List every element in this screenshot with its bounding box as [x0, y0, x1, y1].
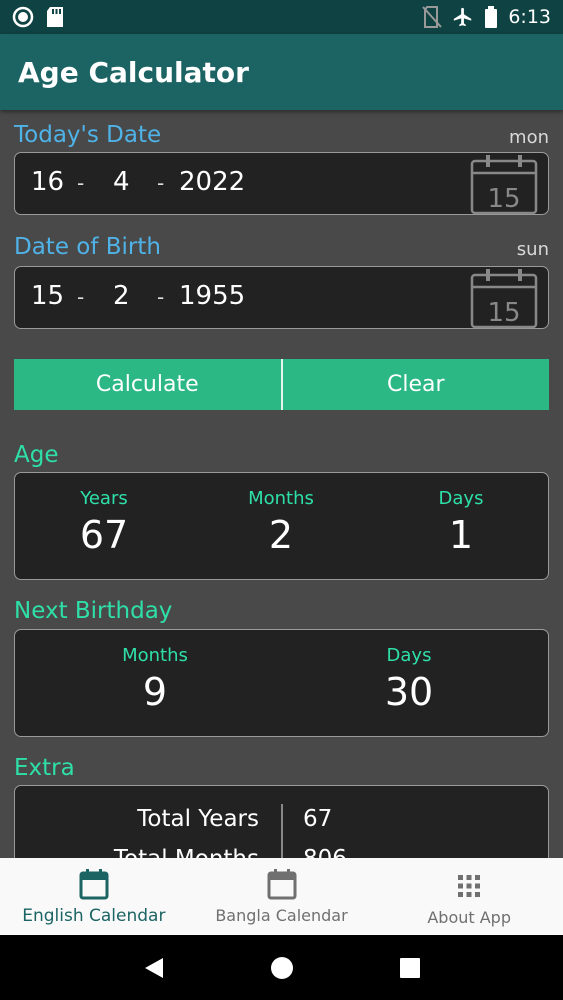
apps-grid-icon — [458, 875, 481, 897]
birth-date-field[interactable]: 15 - 2 - 1955 15 — [14, 266, 549, 329]
age-months-label: Months — [248, 488, 314, 509]
age-months-value: 2 — [268, 513, 294, 557]
calendar-icon — [267, 869, 296, 900]
home-icon[interactable] — [270, 956, 294, 980]
next-birthday-label: Next Birthday — [14, 598, 173, 624]
today-day-value[interactable]: 16 — [31, 167, 64, 197]
birth-month-value[interactable]: 2 — [113, 281, 130, 311]
birth-day-value[interactable]: 15 — [31, 281, 64, 311]
extra-key: Total Months — [114, 846, 259, 858]
nav-label: About App — [427, 908, 511, 927]
age-days-label: Days — [438, 488, 484, 509]
date-separator: - — [77, 171, 85, 195]
next-birthday-months-value: 9 — [142, 670, 168, 714]
main-content: Today's Date mon 16 - 4 - 2022 15 Date o… — [0, 110, 563, 858]
calendar-icon-number: 15 — [487, 184, 520, 214]
extra-value: 67 — [303, 806, 333, 832]
battery-icon — [485, 6, 498, 28]
next-birthday-days: Days 30 — [359, 630, 459, 714]
record-icon — [12, 6, 34, 28]
calendar-icon-number: 15 — [487, 298, 520, 328]
extra-card: Total Years 67 Total Months 806 — [14, 785, 549, 858]
extra-value: 806 — [303, 846, 347, 858]
today-label: Today's Date — [14, 122, 162, 148]
airplane-mode-icon — [454, 7, 472, 27]
age-years: Years 67 — [55, 473, 153, 557]
birth-label: Date of Birth — [14, 234, 161, 260]
today-label-row: Today's Date mon — [14, 122, 549, 148]
app-bar: Age Calculator — [0, 34, 563, 110]
next-birthday-months-label: Months — [122, 645, 188, 666]
today-year-value[interactable]: 2022 — [179, 167, 245, 197]
next-birthday-months: Months 9 — [95, 630, 215, 714]
calendar-icon — [79, 869, 109, 900]
date-separator: - — [157, 171, 165, 195]
nav-label: English Calendar — [22, 906, 166, 926]
back-icon[interactable] — [143, 956, 165, 980]
nav-english-calendar[interactable]: English Calendar — [0, 858, 188, 935]
date-separator: - — [77, 285, 85, 309]
extra-row-total-months: Total Months 806 — [15, 846, 548, 858]
next-birthday-card: Months 9 Days 30 — [14, 629, 549, 737]
age-card: Years 67 Months 2 Days 1 — [14, 472, 549, 580]
bottom-navigation: English Calendar Bangla Calendar About A… — [0, 858, 563, 935]
extra-key: Total Years — [137, 806, 259, 832]
age-years-label: Years — [80, 488, 128, 509]
today-date-field[interactable]: 16 - 4 - 2022 15 — [14, 152, 549, 215]
today-month-value[interactable]: 4 — [113, 167, 130, 197]
recents-icon[interactable] — [399, 957, 421, 979]
extra-row-total-years: Total Years 67 — [15, 806, 548, 848]
age-label: Age — [14, 442, 59, 468]
age-days: Days 1 — [411, 473, 511, 557]
clear-button[interactable]: Clear — [282, 359, 549, 410]
next-birthday-days-value: 30 — [384, 670, 434, 714]
birth-year-value[interactable]: 1955 — [179, 281, 245, 311]
nav-about-app[interactable]: About App — [375, 858, 563, 935]
action-buttons: Calculate Clear — [14, 359, 549, 410]
calculate-button[interactable]: Calculate — [14, 359, 281, 410]
age-months: Months 2 — [221, 473, 341, 557]
calendar-picker-icon[interactable]: 15 — [470, 267, 538, 329]
app-title: Age Calculator — [18, 55, 249, 89]
nav-bangla-calendar[interactable]: Bangla Calendar — [188, 858, 376, 935]
age-years-value: 67 — [79, 513, 129, 557]
date-separator: - — [157, 285, 165, 309]
clock-time: 6:13 — [508, 6, 551, 28]
next-birthday-days-label: Days — [386, 645, 432, 666]
extra-label: Extra — [14, 755, 75, 781]
age-days-value: 1 — [448, 513, 474, 557]
no-sim-icon — [422, 6, 443, 28]
birth-weekday: sun — [516, 239, 549, 260]
today-weekday: mon — [509, 127, 549, 148]
status-bar: 6:13 — [0, 0, 563, 34]
calendar-picker-icon[interactable]: 15 — [470, 153, 538, 215]
sd-card-icon — [47, 7, 63, 27]
system-navigation-bar — [0, 935, 563, 1000]
nav-label: Bangla Calendar — [215, 906, 348, 925]
birth-label-row: Date of Birth sun — [14, 234, 549, 260]
